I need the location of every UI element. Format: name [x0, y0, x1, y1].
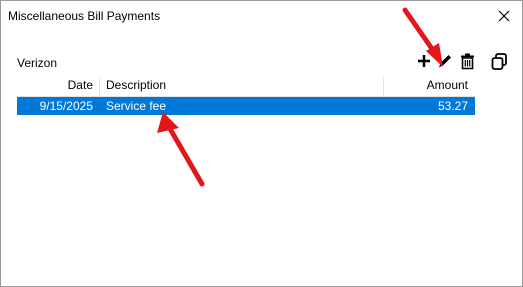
annotation-arrows — [157, 7, 443, 187]
table-row[interactable]: 9/15/2025 Service fee 53.27 — [17, 97, 475, 115]
copy-button[interactable] — [489, 51, 509, 71]
add-button[interactable] — [414, 51, 434, 71]
bill-payments-dialog: Miscellaneous Bill Payments Verizon Date… — [0, 0, 523, 287]
window-title: Miscellaneous Bill Payments — [8, 9, 161, 23]
title-bar: Miscellaneous Bill Payments — [1, 1, 522, 31]
row-date: 9/15/2025 — [39, 99, 93, 113]
delete-button[interactable] — [457, 51, 477, 71]
column-header-amount[interactable]: Amount — [384, 75, 475, 96]
edit-button[interactable] — [435, 51, 455, 71]
row-description: Service fee — [106, 99, 167, 113]
account-name: Verizon — [17, 56, 58, 70]
column-header-description[interactable]: Description — [100, 75, 383, 96]
pencil-icon — [439, 55, 451, 68]
copy-icon — [491, 52, 507, 70]
row-amount: 53.27 — [437, 99, 468, 113]
payments-table: Date Description Amount 9/15/2025 Servic… — [17, 75, 475, 120]
close-icon — [498, 10, 510, 22]
column-header-date[interactable]: Date — [17, 75, 99, 96]
table-header: Date Description Amount — [17, 75, 475, 97]
annotation-arrow-row — [157, 112, 205, 187]
close-button[interactable] — [493, 5, 515, 27]
trash-icon — [460, 53, 474, 69]
plus-icon — [418, 55, 430, 67]
